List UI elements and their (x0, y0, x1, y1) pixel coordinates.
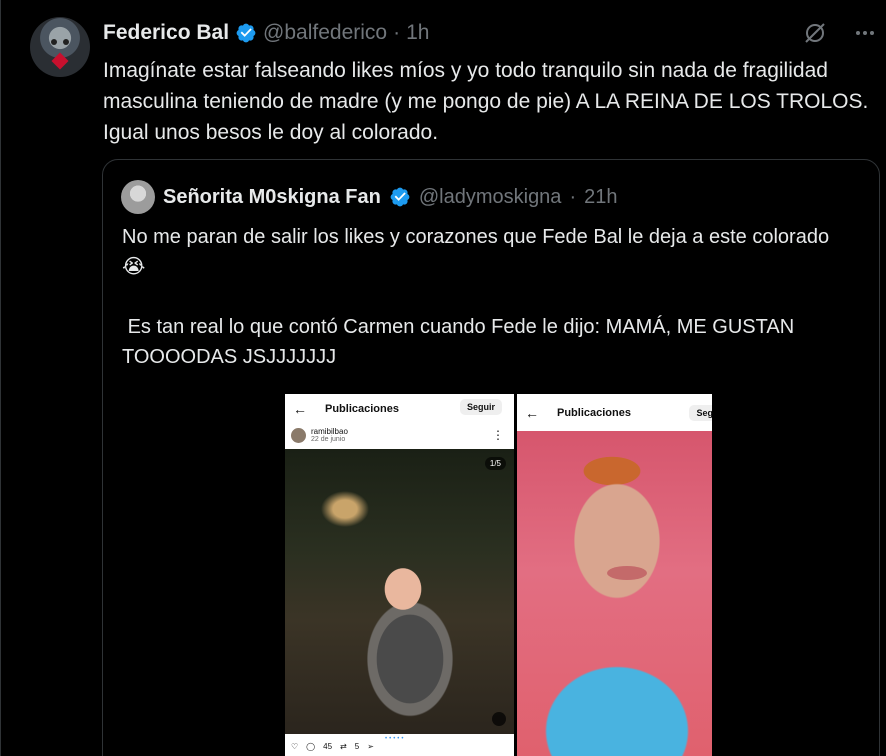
carousel-dots: ••••• (385, 736, 406, 742)
sound-icon (492, 712, 506, 726)
tweet-actions-top (802, 20, 878, 46)
left-divider (0, 0, 1, 756)
quoted-text-paragraph-1: No me paran de salir los likes y corazon… (122, 226, 830, 278)
more-options-icon[interactable] (852, 20, 878, 46)
ig-username: ramibilbao (311, 427, 348, 436)
repost-icon: ⇄ (340, 742, 347, 751)
ig-post-photo: 1/5 (285, 449, 514, 734)
ig-post-actions: ♡ ◯ 45 ⇄ 5 ➢ (291, 742, 374, 751)
separator-dot: · (393, 21, 401, 44)
quoted-media[interactable]: ← Publicaciones Seguir ramibilbao 22 de … (285, 394, 712, 756)
quoted-tweet-header: Señorita M0skigna Fan @ladymoskigna · 21… (121, 180, 617, 214)
quoted-tweet-time: 21h (584, 185, 618, 208)
separator-dot: · (569, 185, 577, 208)
media-image-right[interactable]: ← Publicaciones Seg (517, 394, 712, 756)
quoted-author-handle: @ladymoskigna (418, 185, 562, 208)
ig-post-user: ramibilbao 22 de junio (291, 427, 348, 443)
tweet-header: Federico Bal @balfederico · 1h (103, 20, 429, 46)
photo-detail (607, 566, 647, 580)
comment-icon: ◯ (306, 742, 316, 751)
repost-count: 5 (354, 742, 360, 751)
avatar-eye (63, 39, 69, 45)
carousel-counter: 1/5 (484, 457, 506, 470)
more-vertical-icon: ⋮ (492, 428, 504, 442)
heart-icon (51, 52, 69, 70)
tweet-time[interactable]: 1h (406, 21, 429, 45)
author-name[interactable]: Federico Bal (103, 21, 229, 45)
verified-badge-icon (390, 187, 410, 207)
quoted-tweet-text: No me paran de salir los likes y corazon… (122, 222, 852, 372)
verified-badge-icon (236, 23, 256, 43)
heart-outline-icon: ♡ (291, 742, 299, 751)
avatar-eye (51, 39, 57, 45)
send-icon: ➢ (367, 742, 374, 751)
author-handle[interactable]: @balfederico (263, 21, 387, 45)
quoted-author-name: Señorita M0skigna Fan (163, 185, 381, 208)
ig-avatar (291, 427, 306, 443)
follow-button: Seg (689, 405, 712, 421)
back-arrow-icon: ← (293, 401, 307, 417)
ig-header-title: Publicaciones (557, 406, 631, 419)
ig-header: ← Publicaciones Seguir (285, 394, 514, 424)
ig-header: ← Publicaciones Seg (517, 394, 712, 431)
ig-header-title: Publicaciones (325, 403, 399, 415)
quoted-text-paragraph-2: Es tan real lo que contó Carmen cuando F… (122, 316, 800, 368)
author-avatar[interactable] (30, 17, 90, 77)
grok-icon[interactable] (802, 20, 828, 46)
tweet-text: Imagínate estar falseando likes míos y y… (103, 59, 869, 144)
comment-count: 45 (323, 742, 333, 751)
ig-post-photo (517, 431, 712, 756)
quoted-author-avatar (121, 180, 155, 214)
ig-post-date: 22 de junio (311, 436, 346, 443)
follow-button: Seguir (459, 399, 502, 415)
quoted-tweet[interactable]: Señorita M0skigna Fan @ladymoskigna · 21… (102, 159, 880, 756)
back-arrow-icon: ← (525, 404, 539, 421)
media-image-left[interactable]: ← Publicaciones Seguir ramibilbao 22 de … (285, 394, 514, 756)
